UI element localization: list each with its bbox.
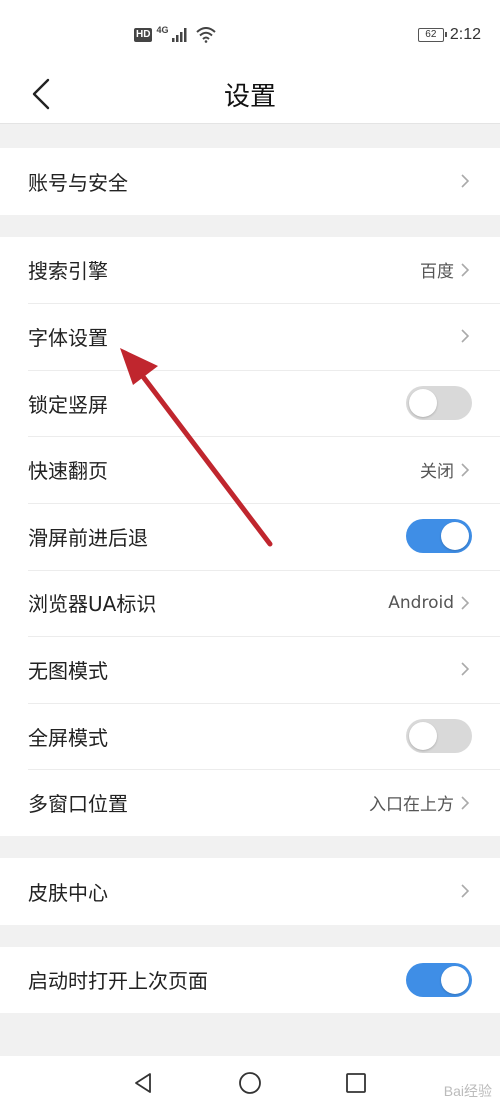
settings-group-skin: 皮肤中心	[0, 857, 500, 925]
swipe-navigation-toggle[interactable]	[406, 519, 472, 554]
setting-swipe-navigation: 滑屏前进后退	[0, 502, 500, 570]
fullscreen-toggle[interactable]	[406, 719, 472, 754]
settings-group-browsing: 搜索引擎 百度 字体设置 锁定竖屏 快速翻页 关闭 滑屏前进后退 浏览器UA标识…	[0, 236, 500, 836]
settings-group-startup: 启动时打开上次页面	[0, 946, 500, 1014]
setting-label: 全屏模式	[28, 725, 108, 750]
toggle-knob	[409, 389, 437, 418]
status-time: 2:12	[449, 26, 481, 43]
setting-value: 入口在上方	[369, 795, 454, 816]
setting-value: 百度	[420, 262, 454, 283]
chevron-right-icon	[461, 884, 470, 898]
toggle-knob	[441, 965, 469, 994]
signal-icon	[172, 28, 187, 42]
page-title: 设置	[223, 82, 276, 112]
settings-group-account: 账号与安全	[0, 148, 500, 215]
chevron-right-icon	[461, 463, 470, 477]
setting-lock-portrait: 锁定竖屏	[0, 369, 500, 437]
setting-label: 无图模式	[28, 658, 108, 683]
setting-label: 皮肤中心	[28, 880, 108, 905]
chevron-right-icon	[461, 174, 470, 188]
status-right: 62 2:12	[417, 26, 481, 44]
triangle-back-icon[interactable]	[132, 1071, 156, 1095]
setting-font[interactable]: 字体设置	[0, 303, 500, 370]
chevron-right-icon	[461, 329, 470, 344]
setting-label: 字体设置	[28, 325, 108, 350]
chevron-right-icon	[461, 796, 470, 810]
setting-label: 搜索引擎	[28, 259, 108, 284]
setting-label: 滑屏前进后退	[28, 525, 148, 550]
setting-search-engine[interactable]: 搜索引擎 百度	[0, 237, 500, 304]
network-label: 4G	[156, 25, 169, 35]
setting-account-security[interactable]: 账号与安全	[0, 148, 500, 215]
restore-last-page-toggle[interactable]	[406, 962, 472, 997]
square-recents-icon[interactable]	[344, 1071, 368, 1095]
setting-browser-ua[interactable]: 浏览器UA标识 Android	[0, 569, 500, 637]
toggle-knob	[441, 522, 469, 551]
circle-home-icon[interactable]	[238, 1071, 262, 1095]
setting-quick-page-turn[interactable]: 快速翻页 关闭	[0, 436, 500, 503]
setting-label: 启动时打开上次页面	[28, 969, 208, 994]
setting-label: 多窗口位置	[28, 792, 128, 817]
status-icons: HD 4G	[134, 25, 217, 43]
top-area: HD 4G 62 2:12 设置	[0, 0, 500, 124]
setting-label: 快速翻页	[28, 459, 108, 484]
battery-icon: 62	[417, 28, 447, 42]
setting-restore-last-page: 启动时打开上次页面	[0, 947, 500, 1014]
setting-multi-window-position[interactable]: 多窗口位置 入口在上方	[0, 769, 500, 836]
hd-badge: HD	[134, 28, 153, 42]
setting-label: 浏览器UA标识	[28, 592, 157, 617]
chevron-right-icon	[461, 596, 470, 610]
setting-label: 锁定竖屏	[28, 392, 108, 417]
wifi-icon	[196, 27, 217, 43]
setting-no-image-mode[interactable]: 无图模式	[0, 636, 500, 703]
chevron-right-icon	[461, 662, 470, 677]
header: 设置	[0, 72, 500, 124]
setting-label: 账号与安全	[28, 170, 128, 195]
setting-fullscreen-mode: 全屏模式	[0, 702, 500, 770]
watermark-logo: Bai经验	[443, 1083, 492, 1099]
lock-portrait-toggle[interactable]	[406, 386, 472, 421]
setting-value: Android	[388, 592, 454, 613]
status-bar: HD 4G 62 2:12	[0, 0, 500, 72]
settings-list: 账号与安全 搜索引擎 百度 字体设置 锁定竖屏 快速翻页 关闭 滑屏前进后退 浏…	[0, 124, 500, 1014]
toggle-knob	[409, 722, 437, 751]
chevron-right-icon	[461, 263, 470, 277]
system-nav-bar: Bai经验	[0, 1056, 500, 1111]
setting-skin-center[interactable]: 皮肤中心	[0, 858, 500, 925]
setting-value: 关闭	[420, 462, 454, 483]
